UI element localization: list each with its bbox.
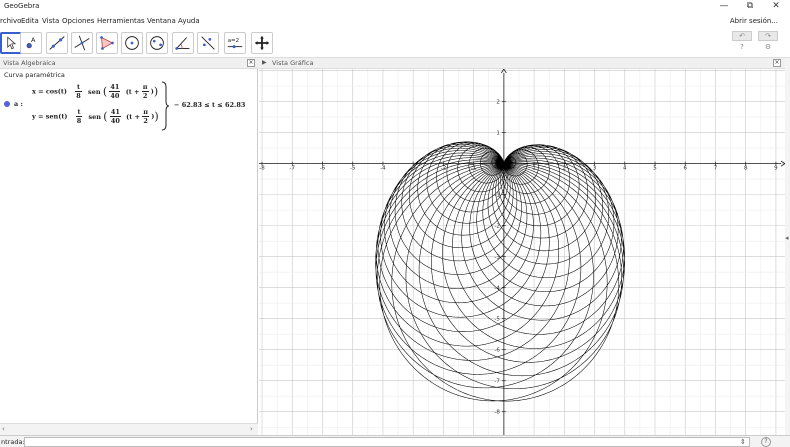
- point-tool-icon[interactable]: A: [20, 32, 42, 54]
- object-name: a :: [14, 100, 23, 108]
- close-button[interactable]: ✕: [764, 0, 788, 13]
- x-equation[interactable]: x = cos(t) t8 sen ( 41 40 (t + π2 )): [32, 83, 158, 100]
- y-tick-label: 2: [496, 100, 500, 106]
- redo-button[interactable]: ↷: [758, 31, 778, 41]
- pi-num: π: [141, 83, 149, 92]
- circle-tool-icon[interactable]: [121, 32, 143, 54]
- input-help-icon[interactable]: ?: [761, 437, 771, 447]
- reflect-tool-icon[interactable]: [197, 32, 219, 54]
- slider-tool-label: a=2: [228, 38, 239, 44]
- close-algebra-view-icon[interactable]: ×: [247, 59, 255, 67]
- y-prefix: y = sen(t): [32, 112, 68, 121]
- y-tick-label: 1: [496, 131, 500, 137]
- menu-edit[interactable]: Edita: [21, 17, 39, 25]
- menu-bar: rchivo Edita Vista Opciones Herramientas…: [0, 14, 790, 28]
- axes: [259, 69, 785, 435]
- angle-tool-icon[interactable]: [172, 32, 194, 54]
- menu-window[interactable]: Ventana: [147, 17, 176, 25]
- parameter-range: − 62.83 ≤ t ≤ 62.83: [174, 101, 246, 109]
- x-tick-label: 5: [653, 166, 657, 172]
- t-over-8-num-y: t: [75, 108, 83, 117]
- y-tick-label: -2: [494, 224, 499, 230]
- k-den: 40: [110, 92, 120, 100]
- title-bar: GeoGebra — ⧉ ✕: [0, 0, 790, 14]
- svg-text:A: A: [31, 37, 36, 44]
- settings-icon[interactable]: ⚙: [763, 43, 773, 53]
- t-over-8-den: 8: [76, 92, 81, 100]
- close-graphics-view-icon[interactable]: ×: [773, 59, 781, 67]
- x-tick-label: -5: [350, 166, 356, 172]
- x-tick-label: 4: [623, 166, 627, 172]
- grid: [259, 69, 785, 435]
- pi-num-y: π: [142, 108, 149, 117]
- scroll-right-icon[interactable]: ›: [250, 425, 253, 433]
- x-tick-label: 8: [744, 166, 748, 172]
- menu-view[interactable]: Vista: [42, 17, 59, 25]
- y-tick-label: -3: [494, 255, 500, 261]
- toolbar: A a=2 ↶ ↷ ? ⚙: [0, 28, 790, 58]
- x-tick-label: 9: [774, 166, 778, 172]
- x-tick-label: -8: [259, 166, 265, 172]
- pi-den-y: 2: [143, 117, 148, 125]
- menu-options[interactable]: Opciones: [62, 17, 94, 25]
- restore-button[interactable]: ⧉: [738, 0, 762, 13]
- graphics-canvas[interactable]: -8 -7 -6 -5 -4 -3 -2 -1 1 2 3 4 5 6 7 8 921-1-2-3-4-5-6-…: [259, 69, 785, 435]
- scroll-left-icon[interactable]: ‹: [2, 425, 5, 433]
- polygon-tool-icon[interactable]: [96, 32, 118, 54]
- sin-func: sen: [88, 87, 101, 96]
- minimize-button[interactable]: —: [712, 0, 736, 13]
- algebra-view-title: Vista Algebraica: [3, 59, 56, 67]
- x-tick-label: 3: [593, 166, 597, 172]
- x-tick-label: -4: [380, 166, 386, 172]
- graphics-style-bar-toggle-icon[interactable]: ▶: [262, 59, 267, 66]
- menu-file[interactable]: rchivo: [0, 17, 21, 25]
- y-equation[interactable]: y = sen(t) t8 sen ( 41 40 (t + π2 )): [32, 108, 159, 125]
- slider-tool-icon[interactable]: a=2: [224, 32, 246, 54]
- sin-func-y: sen: [88, 112, 102, 121]
- k-den-y: 40: [110, 117, 120, 125]
- algebra-view: Curva paramétrica a : x = cos(t) t8 sen …: [0, 69, 258, 423]
- ellipse-tool-icon[interactable]: [146, 32, 168, 54]
- t-over-8-den-y: 8: [76, 117, 82, 125]
- graphics-view-title: Vista Gráfica: [272, 59, 314, 67]
- k-num-y: 41: [109, 108, 121, 117]
- k-num: 41: [109, 83, 121, 92]
- brace-icon: [161, 81, 170, 131]
- move-tool-icon[interactable]: [0, 32, 22, 54]
- algebra-horizontal-scrollbar[interactable]: ‹ ›: [0, 423, 258, 435]
- y-tick-label: -6: [494, 348, 500, 354]
- window-title: GeoGebra: [4, 2, 40, 10]
- x-prefix: x = cos(t): [32, 87, 67, 96]
- category-label: Curva paramétrica: [4, 71, 65, 79]
- y-tick-label: -8: [494, 410, 500, 416]
- input-toggle-icon[interactable]: ⇕: [740, 438, 746, 446]
- undo-button[interactable]: ↶: [732, 31, 752, 41]
- x-tick-label: 6: [683, 166, 687, 172]
- t-over-8-num: t: [75, 83, 82, 92]
- y-tick-label: -5: [494, 317, 500, 323]
- y-tick-label: -7: [494, 379, 500, 385]
- algebra-view-header: Vista Algebraica ×: [0, 58, 258, 69]
- help-icon[interactable]: ?: [737, 43, 747, 53]
- menu-help[interactable]: Ayuda: [178, 17, 200, 25]
- phase-t-y: (t +: [126, 112, 140, 121]
- sign-in-link[interactable]: Abrir sesión...: [730, 17, 778, 25]
- x-tick-label: -6: [320, 166, 326, 172]
- right-panel-strip: ◂: [785, 58, 790, 435]
- input-label: ntrada:: [1, 438, 25, 446]
- input-bar: ntrada: ⇕ ?: [0, 435, 790, 447]
- phase-t: (t +: [125, 87, 140, 96]
- pi-den: 2: [142, 92, 148, 100]
- perpendicular-tool-icon[interactable]: [71, 32, 93, 54]
- line-tool-icon[interactable]: [46, 32, 68, 54]
- move-view-tool-icon[interactable]: [251, 32, 273, 54]
- x-tick-label: -7: [290, 166, 296, 172]
- graphics-view-header: ▶ Vista Gráfica ×: [258, 58, 786, 69]
- visibility-toggle[interactable]: [4, 101, 10, 107]
- input-field[interactable]: [24, 437, 750, 447]
- x-tick-label: 7: [714, 166, 718, 172]
- menu-tools[interactable]: Herramientas: [97, 17, 145, 25]
- collapse-right-panel-icon[interactable]: ◂: [785, 234, 789, 242]
